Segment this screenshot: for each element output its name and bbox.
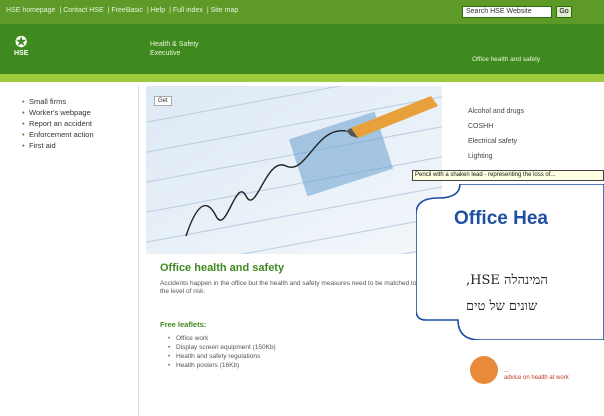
left-nav-item-workers[interactable]: Worker's webpage — [22, 107, 94, 118]
right-link-electrical[interactable]: Electrical safety — [468, 134, 524, 149]
left-nav-item-first-aid[interactable]: First aid — [22, 140, 94, 151]
leaflet-link-office-work[interactable]: Office work — [168, 334, 276, 343]
left-nav: Small firms Worker's webpage Report an a… — [22, 96, 94, 151]
header-stripe — [0, 74, 604, 82]
right-link-lighting[interactable]: Lighting — [468, 149, 524, 164]
left-nav-item-report[interactable]: Report an accident — [22, 118, 94, 129]
intro-text: Accidents happen in the office but the h… — [160, 280, 417, 295]
page-title: Office health and safety — [160, 262, 285, 274]
hero-image: Get — [146, 86, 442, 254]
callout-title: Office Hea — [454, 208, 548, 229]
right-link-coshh[interactable]: COSHH — [468, 119, 524, 134]
site-title-line-1: Health & Safety — [150, 41, 199, 48]
leaflets-heading: Free leaflets: — [160, 320, 207, 329]
top-nav-links: HSE homepage | Contact HSE | FreeBasic | He… — [6, 7, 239, 14]
nav-link-full-index[interactable]: Full index — [173, 7, 203, 14]
top-nav-bar: HSE homepage | Contact HSE | FreeBasic | He… — [0, 0, 604, 24]
callout-text-line-2: שונים של טים — [466, 299, 538, 314]
right-links: Alcohol and drugs COSHH Electrical safet… — [468, 104, 524, 164]
hero-tag: Get — [154, 96, 172, 106]
promo-text-line-1: ... — [504, 368, 510, 374]
promo-badge[interactable] — [470, 356, 498, 384]
site-header: ✪ HSE Health & Safety Executive Office h… — [0, 24, 604, 74]
hse-logo[interactable]: ✪ HSE — [14, 34, 29, 57]
site-title: Health & Safety Executive — [150, 40, 199, 58]
promo-text[interactable]: ... advice on health at work — [504, 368, 569, 382]
promo-text-line-2: advice on health at work — [504, 375, 569, 381]
left-nav-item-small-firms[interactable]: Small firms — [22, 96, 94, 107]
search-button[interactable]: Go — [556, 6, 572, 18]
logo-icon: ✪ — [14, 34, 28, 51]
nav-link-site-map[interactable]: Site map — [211, 7, 239, 14]
callout-text-line-1: המינהלה HSE, — [466, 273, 548, 288]
leaflet-link-posters[interactable]: Health posters (16Kb) — [168, 361, 276, 370]
search-input[interactable]: Search HSE Website — [462, 6, 552, 18]
site-title-line-2: Executive — [150, 50, 181, 57]
right-link-alcohol[interactable]: Alcohol and drugs — [468, 104, 524, 119]
leaflet-link-regulations[interactable]: Health and safety regulations — [168, 352, 276, 361]
left-nav-item-enforcement[interactable]: Enforcement action — [22, 129, 94, 140]
leaflets-list: Office work Display screen equipment (15… — [168, 334, 276, 370]
nav-link-contact[interactable]: Contact HSE — [63, 7, 103, 14]
image-tooltip: Pencil with a shaken lead - representing… — [412, 170, 604, 181]
header-section-label: Office health and safety — [472, 56, 541, 63]
leaflet-link-display-screen[interactable]: Display screen equipment (150Kb) — [168, 343, 276, 352]
logo-text: HSE — [14, 50, 29, 57]
nav-link-home[interactable]: HSE homepage — [6, 7, 55, 14]
nav-link-help[interactable]: Help — [151, 7, 165, 14]
nav-link-freebasic[interactable]: FreeBasic — [111, 7, 143, 14]
left-nav-divider — [138, 86, 139, 416]
